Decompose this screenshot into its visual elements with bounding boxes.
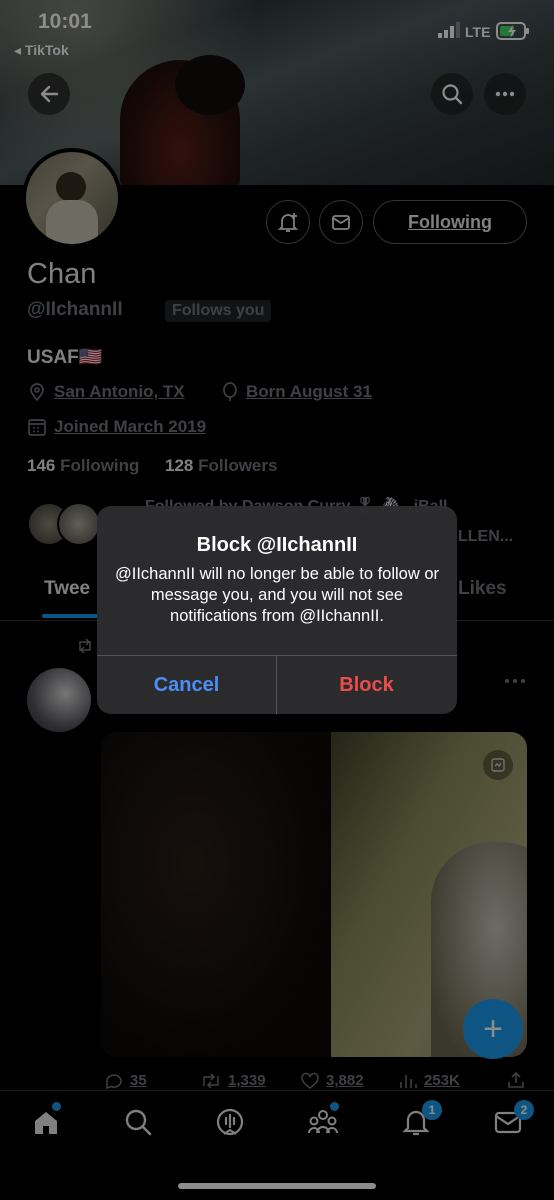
- dialog-message: @IIchannII will no longer be able to fol…: [115, 565, 440, 625]
- block-button[interactable]: Block: [277, 656, 456, 714]
- cancel-button[interactable]: Cancel: [97, 656, 276, 714]
- dialog-title: Block @IIchannII: [196, 534, 358, 556]
- block-confirmation-dialog: Block @IIchannII @IIchannII will no long…: [97, 506, 457, 714]
